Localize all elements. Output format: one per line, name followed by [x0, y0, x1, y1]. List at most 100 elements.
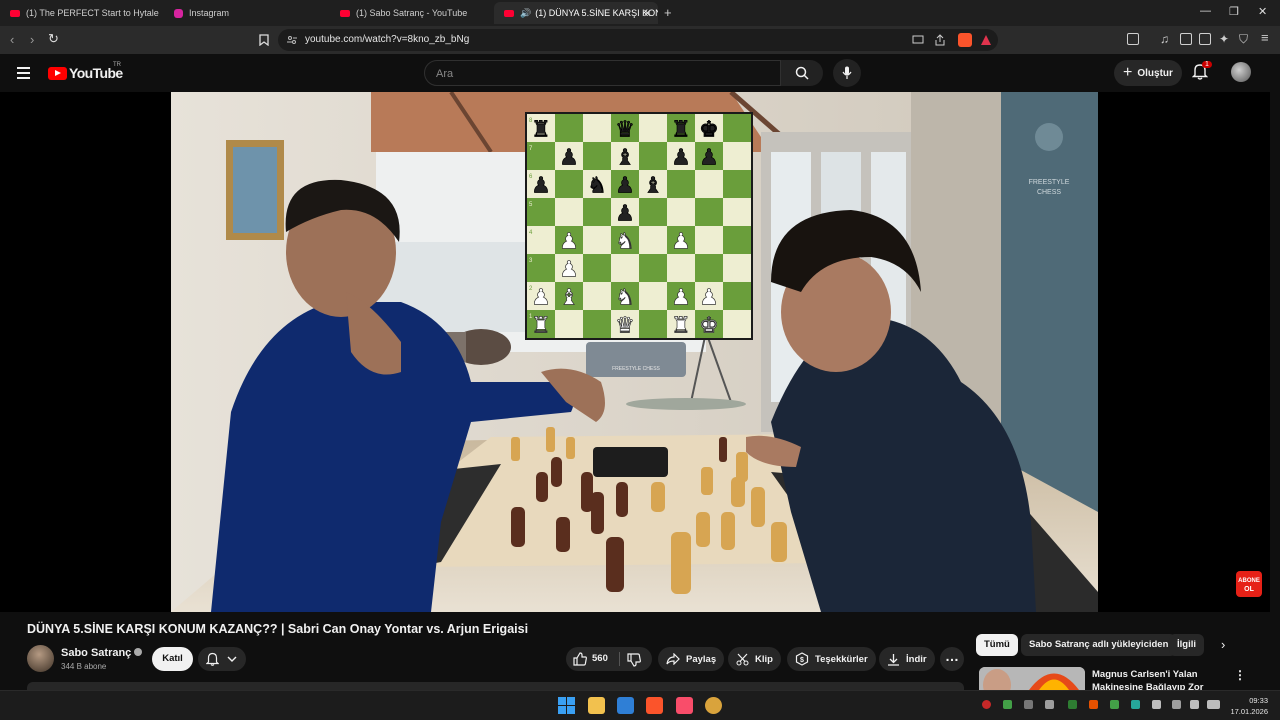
channel-avatar[interactable]	[27, 645, 54, 672]
browser-tab-hytale[interactable]: (1) The PERFECT Start to Hytale - You	[0, 2, 160, 24]
sidebar-toggle-icon[interactable]	[1127, 33, 1139, 45]
clip-button[interactable]: Klip	[728, 647, 781, 671]
scissors-icon	[736, 653, 749, 665]
browser-tab-current-video[interactable]: 🔊 (1) DÜNYA 5.SİNE KARŞI KON ✕	[494, 2, 658, 24]
banner-text-line2: CHESS	[1037, 189, 1061, 196]
cast-icon[interactable]	[912, 35, 924, 45]
board-square	[583, 254, 611, 282]
instagram-favicon-icon	[174, 8, 183, 18]
hamburger-menu-icon[interactable]	[17, 67, 30, 82]
recommendation-thumbnail[interactable]	[979, 667, 1085, 690]
channel-name[interactable]: Sabo Satranç	[61, 647, 143, 659]
brave-shield-icon[interactable]	[958, 33, 972, 47]
tray-nvidia-icon[interactable]	[1003, 700, 1012, 709]
bookmark-icon[interactable]	[259, 34, 269, 46]
white-piece: ♝	[559, 285, 579, 310]
plus-icon: +	[1123, 64, 1133, 81]
file-explorer-icon[interactable]	[588, 697, 605, 714]
search-input[interactable]: Ara	[424, 60, 781, 86]
recommendation-title[interactable]: Magnus Carlsen'i Yalan Makinesine Bağlay…	[1092, 668, 1217, 690]
tray-xbox-icon[interactable]	[1068, 700, 1077, 709]
tray-app3-icon[interactable]	[1110, 700, 1119, 709]
super-thanks-icon: $	[795, 652, 809, 666]
join-button[interactable]: Katıl	[152, 647, 193, 671]
dislike-icon[interactable]	[627, 653, 641, 667]
search-button[interactable]	[781, 60, 823, 86]
user-avatar[interactable]	[1231, 62, 1251, 82]
forward-button[interactable]: ›	[30, 32, 34, 47]
chip-from-uploader[interactable]: Sabo Satranç adlı yükleyiciden	[1021, 634, 1177, 656]
subscribed-bell-icon	[206, 652, 219, 666]
music-app-icon[interactable]	[676, 697, 693, 714]
chevron-right-icon[interactable]: ›	[1221, 637, 1225, 652]
subscribe-overlay-line1: ABONE	[1238, 578, 1260, 584]
black-piece: ♛	[615, 117, 635, 142]
more-actions-button[interactable]: …	[940, 647, 964, 671]
video-player[interactable]: FREESTYLE CHESS FREESTYLE CHESS 8 7 6 5 …	[0, 92, 1270, 612]
board-square	[555, 114, 583, 142]
tray-volume-icon[interactable]	[1190, 700, 1199, 709]
close-window-button[interactable]: ✕	[1258, 5, 1267, 18]
youtube-logo[interactable]: YouTube TR	[48, 62, 123, 81]
windows-start-icon[interactable]	[558, 697, 575, 714]
tray-chevron-icon[interactable]	[1024, 700, 1033, 709]
like-icon[interactable]	[573, 652, 587, 666]
notification-preference-button[interactable]	[198, 647, 246, 671]
browser-tab-sabo-channel[interactable]: (1) Sabo Satranç - YouTube	[330, 2, 494, 24]
brave-browser-icon[interactable]	[646, 697, 663, 714]
brave-rewards-icon[interactable]	[980, 34, 992, 46]
media-icon[interactable]: ♫	[1160, 32, 1169, 46]
back-button[interactable]: ‹	[10, 32, 14, 47]
subscribe-overlay-icon[interactable]: ABONE OL	[1235, 570, 1263, 598]
photos-app-icon[interactable]	[617, 697, 634, 714]
board-square	[555, 310, 583, 338]
youtube-header: YouTube TR Ara + Oluştur 1	[0, 54, 1280, 92]
black-piece: ♟	[615, 201, 635, 226]
browser-menu-icon[interactable]: ≡	[1261, 30, 1269, 45]
voice-search-button[interactable]	[833, 59, 861, 87]
board-square	[723, 198, 751, 226]
url-text: youtube.com/watch?v=8kno_zb_bNg	[305, 34, 470, 45]
board-square	[695, 226, 723, 254]
notification-count-badge: 1	[1202, 61, 1212, 68]
browser-tab-instagram[interactable]: Instagram	[164, 2, 330, 24]
reload-button[interactable]: ↻	[48, 31, 59, 47]
black-piece: ♟	[671, 145, 691, 170]
new-tab-button[interactable]: +	[664, 5, 672, 20]
tray-network-icon[interactable]	[1172, 700, 1181, 709]
share-page-icon[interactable]	[934, 34, 946, 46]
chip-all[interactable]: Tümü	[976, 634, 1018, 656]
tray-app-icon[interactable]	[982, 700, 991, 709]
reading-mode-icon[interactable]	[1180, 33, 1192, 45]
thanks-button[interactable]: $ Teşekkürler	[787, 647, 876, 671]
board-square	[583, 282, 611, 310]
site-info-icon[interactable]	[287, 35, 297, 45]
share-button[interactable]: Paylaş	[658, 647, 725, 671]
tray-app4-icon[interactable]	[1131, 700, 1140, 709]
address-bar[interactable]: youtube.com/watch?v=8kno_zb_bNg	[278, 29, 998, 51]
close-tab-icon[interactable]: ✕	[643, 7, 652, 20]
system-clock[interactable]: 09:33 17.01.2026	[1224, 695, 1268, 717]
tray-app2-icon[interactable]	[1089, 700, 1098, 709]
board-square	[639, 310, 667, 338]
tray-utility-icon[interactable]	[1045, 700, 1054, 709]
tray-mic-icon[interactable]	[1152, 700, 1161, 709]
description-box[interactable]	[27, 682, 964, 690]
tray-battery-icon[interactable]	[1207, 700, 1220, 709]
wallet-icon[interactable]	[1199, 33, 1211, 45]
board-square	[639, 198, 667, 226]
like-count[interactable]: 560	[592, 653, 608, 664]
download-icon	[888, 653, 899, 666]
game-app-icon[interactable]	[705, 697, 722, 714]
download-button[interactable]: İndir	[879, 647, 935, 671]
clock-time: 09:33	[1249, 696, 1268, 705]
chip-related[interactable]: İlgili	[1169, 634, 1204, 656]
vpn-icon[interactable]: ⛉	[1239, 32, 1248, 47]
recommendation-menu-icon[interactable]: ⋮	[1234, 668, 1246, 682]
restore-button[interactable]: ❐	[1229, 5, 1239, 18]
leo-ai-icon[interactable]: ✦	[1219, 32, 1229, 46]
verified-badge-icon	[134, 648, 143, 656]
video-frame[interactable]: FREESTYLE CHESS FREESTYLE CHESS 8 7 6 5 …	[171, 92, 1098, 612]
minimize-button[interactable]: —	[1200, 5, 1211, 17]
create-button[interactable]: + Oluştur	[1114, 60, 1182, 86]
